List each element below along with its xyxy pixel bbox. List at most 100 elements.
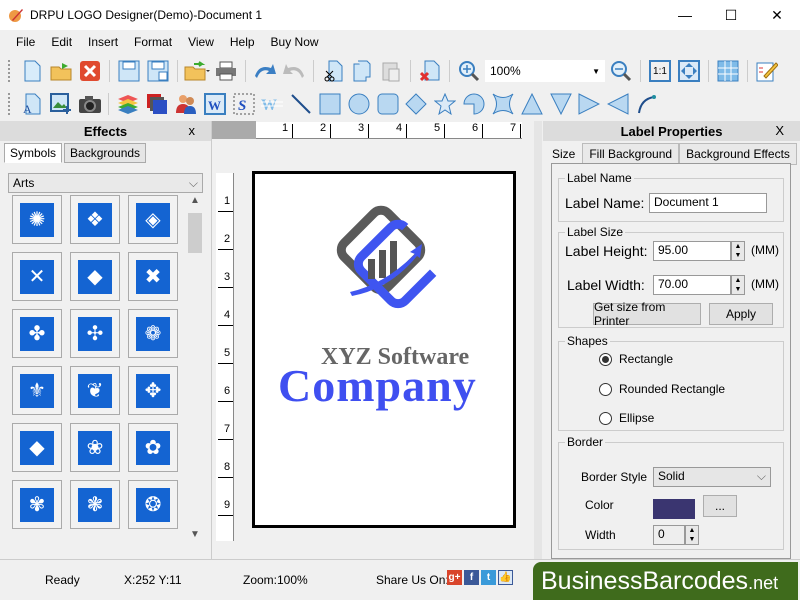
- symbol-fleur-diamond[interactable]: ◆: [12, 423, 62, 472]
- shape-rectangle-radio[interactable]: Rectangle: [599, 352, 673, 366]
- word-art-icon[interactable]: W: [202, 91, 228, 117]
- grid-icon[interactable]: [715, 58, 741, 84]
- symbol-celtic-knot-x[interactable]: ✖: [128, 252, 178, 301]
- shape-rounded-rectangle-radio[interactable]: Rounded Rectangle: [599, 382, 725, 396]
- symbol-flower-cross[interactable]: ✤: [12, 309, 62, 358]
- scroll-up-icon[interactable]: ▲: [186, 195, 204, 211]
- layers-icon[interactable]: [115, 91, 141, 117]
- symbol-category-select[interactable]: Arts ⌵: [8, 173, 203, 193]
- pie-icon[interactable]: [461, 91, 487, 117]
- facebook-icon[interactable]: f: [464, 570, 479, 585]
- border-color-picker-button[interactable]: ...: [703, 495, 737, 517]
- zoom-out-icon[interactable]: [608, 58, 634, 84]
- watermark-icon[interactable]: W: [259, 91, 285, 117]
- triangle-up-icon[interactable]: [519, 91, 545, 117]
- brand-banner[interactable]: BusinessBarcodes .net: [533, 562, 798, 600]
- star-icon[interactable]: [432, 91, 458, 117]
- symbol-celtic-knot-circle[interactable]: ❖: [70, 195, 120, 244]
- symbol-celtic-diamond[interactable]: ◆: [70, 252, 120, 301]
- rounded-rectangle-icon[interactable]: [375, 91, 401, 117]
- tab-fill-background[interactable]: Fill Background: [582, 143, 680, 165]
- actual-size-icon[interactable]: 1:1: [647, 58, 673, 84]
- toolbar-grip[interactable]: [8, 60, 12, 82]
- google-plus-icon[interactable]: g+: [447, 570, 462, 585]
- symbol-spiral-diamond[interactable]: ◈: [128, 195, 178, 244]
- triangle-left-icon[interactable]: [605, 91, 631, 117]
- chart-logo-icon[interactable]: [330, 204, 440, 314]
- close-button[interactable]: ✕: [754, 0, 800, 30]
- symbol-leaf-cross[interactable]: ✥: [128, 366, 178, 415]
- cut-icon[interactable]: [320, 58, 346, 84]
- symbol-fleur-circle[interactable]: ⚜: [12, 366, 62, 415]
- save-icon[interactable]: [116, 58, 142, 84]
- symbol-lotus-leaf[interactable]: ✿: [128, 423, 178, 472]
- label-properties-close-button[interactable]: X: [775, 123, 784, 138]
- print-icon[interactable]: [213, 58, 239, 84]
- camera-icon[interactable]: [77, 91, 103, 117]
- like-icon[interactable]: 👍: [498, 570, 513, 585]
- tab-backgrounds[interactable]: Backgrounds: [64, 143, 147, 163]
- symbol-swirl-pattern[interactable]: ✣: [70, 309, 120, 358]
- toolbar-grip[interactable]: [8, 93, 12, 115]
- label-page[interactable]: XYZ Software Company: [252, 171, 516, 528]
- undo-icon[interactable]: [252, 58, 278, 84]
- canvas-scrollbar[interactable]: [534, 121, 542, 559]
- symbol-triskelion[interactable]: ✺: [12, 195, 62, 244]
- symbol-ornament-13[interactable]: ✾: [12, 480, 62, 529]
- get-size-from-printer-button[interactable]: Get size from Printer: [593, 300, 701, 328]
- ellipse-icon[interactable]: [346, 91, 372, 117]
- twitter-icon[interactable]: t: [481, 570, 496, 585]
- menu-buy-now[interactable]: Buy Now: [263, 35, 327, 49]
- symbol-fan-leaf[interactable]: ❀: [70, 423, 120, 472]
- maximize-button[interactable]: ☐: [708, 0, 754, 30]
- new-document-icon[interactable]: [19, 58, 45, 84]
- rectangle-icon[interactable]: [317, 91, 343, 117]
- menu-view[interactable]: View: [180, 35, 222, 49]
- redo-icon[interactable]: [281, 58, 307, 84]
- diamond-icon[interactable]: [404, 91, 430, 117]
- menu-format[interactable]: Format: [126, 35, 180, 49]
- delete-icon[interactable]: [417, 58, 443, 84]
- save-as-icon[interactable]: [145, 58, 171, 84]
- symbol-scroll-ornament[interactable]: ❦: [70, 366, 120, 415]
- scroll-down-icon[interactable]: ▼: [186, 529, 204, 545]
- label-name-input[interactable]: Document 1: [649, 193, 767, 213]
- text-icon[interactable]: A: [19, 91, 45, 117]
- tab-symbols[interactable]: Symbols: [4, 143, 63, 163]
- label-width-input[interactable]: 70.00: [653, 275, 731, 295]
- users-icon[interactable]: [173, 91, 199, 117]
- triangle-right-icon[interactable]: [576, 91, 602, 117]
- open-folder-icon[interactable]: [48, 58, 74, 84]
- zoom-in-icon[interactable]: [456, 58, 482, 84]
- minimize-button[interactable]: —: [662, 0, 708, 30]
- arc-icon[interactable]: [634, 91, 660, 117]
- effects-panel-close-button[interactable]: x: [189, 123, 196, 138]
- menu-file[interactable]: File: [8, 35, 43, 49]
- import-icon[interactable]: [184, 58, 210, 84]
- symbol-grid-scrollbar[interactable]: ▲ ▼: [186, 195, 204, 545]
- shape-ellipse-radio[interactable]: Ellipse: [599, 411, 654, 425]
- line-icon[interactable]: [288, 91, 314, 117]
- close-document-icon[interactable]: [77, 58, 103, 84]
- symbol-ornament-circle[interactable]: ❁: [128, 309, 178, 358]
- menu-help[interactable]: Help: [222, 35, 263, 49]
- logo-text-line2[interactable]: Company: [278, 359, 477, 412]
- fit-to-window-icon[interactable]: [676, 58, 702, 84]
- border-color-swatch[interactable]: [653, 499, 695, 519]
- symbol-ornament-15[interactable]: ❂: [128, 480, 178, 529]
- edit-properties-icon[interactable]: [754, 58, 780, 84]
- menu-insert[interactable]: Insert: [80, 35, 126, 49]
- label-width-spinner[interactable]: ▲ ▼: [731, 275, 745, 295]
- scroll-thumb[interactable]: [188, 213, 202, 253]
- tab-size[interactable]: Size: [545, 143, 583, 165]
- label-height-input[interactable]: 95.00: [653, 241, 731, 261]
- border-width-spinner[interactable]: ▲ ▼: [685, 525, 699, 545]
- label-height-spinner[interactable]: ▲ ▼: [731, 241, 745, 261]
- symbol-ornament-14[interactable]: ❃: [70, 480, 120, 529]
- menu-edit[interactable]: Edit: [43, 35, 80, 49]
- paste-icon[interactable]: [378, 58, 404, 84]
- zoom-level-select[interactable]: 100% ▼: [485, 60, 605, 82]
- signature-icon[interactable]: S: [231, 91, 257, 117]
- background-icon[interactable]: [144, 91, 170, 117]
- triangle-down-icon[interactable]: [548, 91, 574, 117]
